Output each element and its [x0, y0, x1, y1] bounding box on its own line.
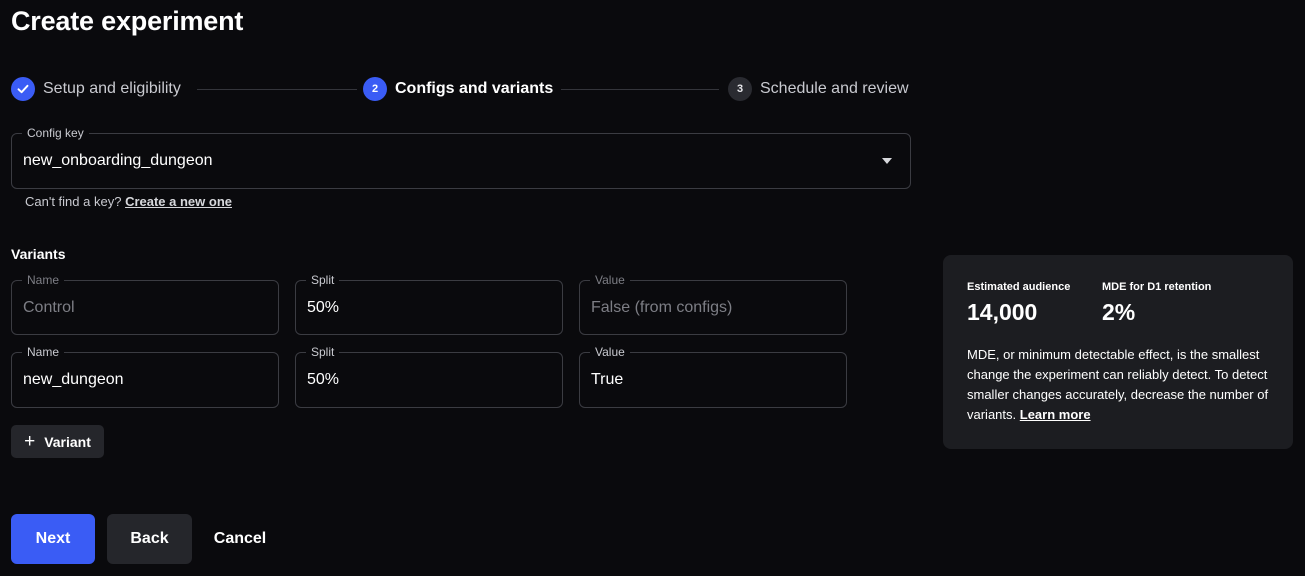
- name-value: new_dungeon: [23, 371, 124, 388]
- step-setup-eligibility[interactable]: Setup and eligibility: [11, 77, 181, 101]
- variant-name-field[interactable]: Name new_dungeon: [11, 345, 279, 408]
- variant-split-field[interactable]: Split 50%: [295, 345, 563, 408]
- mde-label: MDE for D1 retention: [1102, 281, 1212, 293]
- variants-heading: Variants: [11, 246, 66, 262]
- mde-description: MDE, or minimum detectable effect, is th…: [967, 345, 1277, 425]
- description-text: MDE, or minimum detectable effect, is th…: [967, 347, 1269, 422]
- variant-split-field[interactable]: Split 50%: [295, 273, 563, 335]
- value-value: True: [591, 371, 624, 388]
- name-label: Name: [22, 273, 65, 287]
- chevron-down-icon[interactable]: [882, 158, 892, 164]
- config-key-value: new_onboarding_dungeon: [23, 152, 213, 169]
- plus-icon: +: [24, 431, 36, 452]
- split-label: Split: [306, 345, 340, 359]
- variant-value-field[interactable]: Value True: [579, 345, 847, 408]
- split-value: 50%: [307, 371, 340, 388]
- step-number: 2: [363, 77, 387, 101]
- mde-stat: MDE for D1 retention 2%: [1102, 281, 1211, 326]
- step-number: 3: [728, 77, 752, 101]
- step-configs-variants[interactable]: 2 Configs and variants: [363, 77, 553, 101]
- learn-more-link[interactable]: Learn more: [1020, 407, 1091, 422]
- add-variant-label: Variant: [44, 433, 91, 450]
- value-value: False (from configs): [591, 298, 733, 316]
- next-button[interactable]: Next: [11, 514, 95, 564]
- step-connector: [561, 89, 719, 90]
- value-label: Value: [590, 273, 630, 287]
- page-title: Create experiment: [11, 6, 244, 36]
- step-schedule-review[interactable]: 3 Schedule and review: [728, 77, 909, 101]
- create-key-link[interactable]: Create a new one: [125, 194, 232, 209]
- name-value: Control: [23, 298, 75, 316]
- helper-text: Can't find a key?: [25, 194, 122, 209]
- config-key-helper: Can't find a key? Create a new one: [25, 194, 232, 209]
- config-key-label: Config key: [22, 126, 89, 140]
- step-label: Schedule and review: [760, 80, 909, 97]
- split-value: 50%: [307, 298, 340, 316]
- stepper: Setup and eligibility 2 Configs and vari…: [11, 77, 911, 101]
- audience-value: 14,000: [967, 299, 1038, 325]
- create-experiment-page: Create experiment Setup and eligibility …: [0, 0, 1305, 576]
- value-label: Value: [590, 345, 630, 359]
- add-variant-button[interactable]: + Variant: [11, 425, 104, 458]
- name-label: Name: [22, 345, 65, 359]
- audience-label: Estimated audience: [967, 281, 1071, 293]
- checkmark-icon: [11, 77, 35, 101]
- variant-name-field: Name Control: [11, 273, 279, 335]
- config-key-select[interactable]: Config key new_onboarding_dungeon: [11, 126, 911, 189]
- back-button[interactable]: Back: [107, 514, 192, 564]
- mde-value: 2%: [1102, 299, 1136, 325]
- step-label: Configs and variants: [395, 80, 554, 97]
- cancel-button[interactable]: Cancel: [204, 514, 276, 564]
- step-label: Setup and eligibility: [43, 80, 181, 97]
- step-connector: [197, 89, 357, 90]
- estimate-card: Estimated audience 14,000 MDE for D1 ret…: [943, 255, 1293, 449]
- variant-value-field: Value False (from configs): [579, 273, 847, 335]
- audience-stat: Estimated audience 14,000: [967, 281, 1070, 326]
- split-label: Split: [306, 273, 340, 287]
